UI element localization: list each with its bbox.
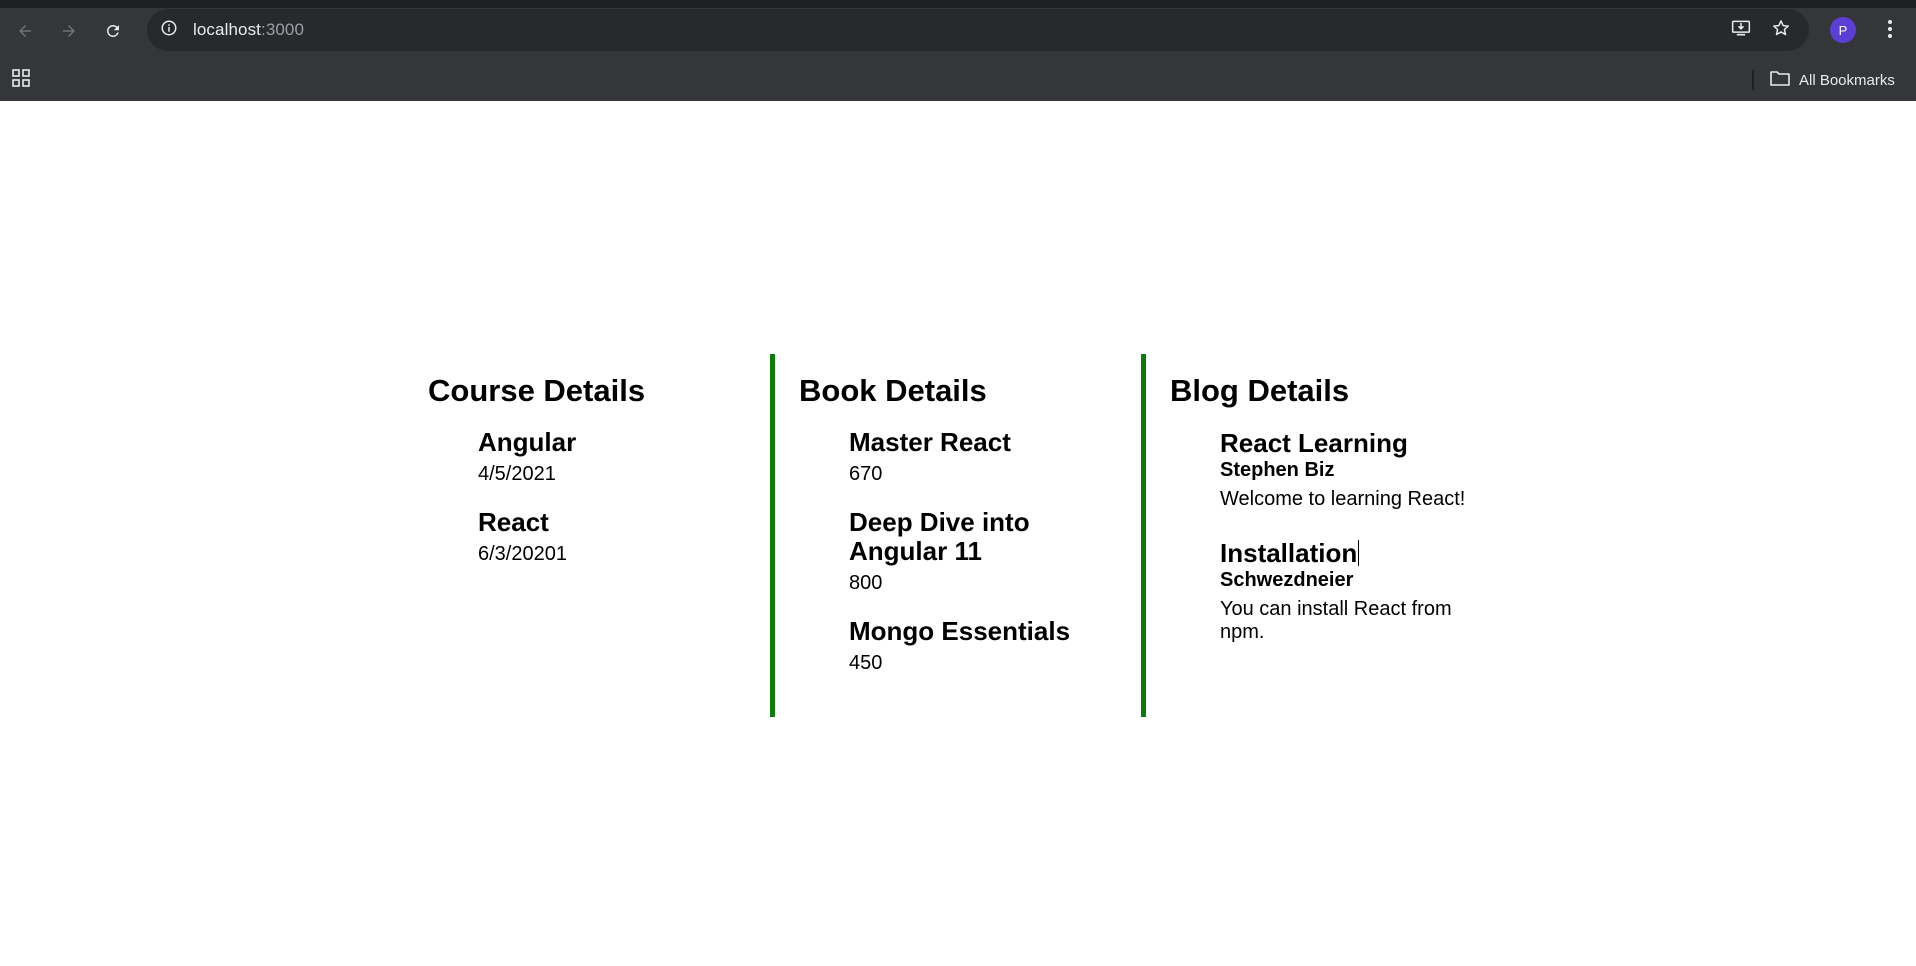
- book-value: 800: [849, 572, 883, 594]
- all-bookmarks-label: All Bookmarks: [1799, 71, 1895, 89]
- text-cursor: [1358, 540, 1360, 566]
- browser-menu-button[interactable]: [1874, 15, 1906, 47]
- blog-author: Schwezdneier: [1220, 569, 1354, 591]
- tab-strip: [0, 0, 1916, 8]
- course-details-section: Course Details Angular 4/5/2021 React 6/…: [428, 354, 768, 588]
- blog-title: Installation: [1220, 538, 1358, 568]
- book-list: Master React 670 Deep Dive into Angular …: [849, 428, 1142, 675]
- blog-title: React Learning: [1220, 428, 1408, 458]
- blog-author: Stephen Biz: [1220, 459, 1335, 481]
- reload-icon: [104, 22, 122, 40]
- book-name: Deep Dive into Angular 11: [849, 507, 1030, 566]
- blog-list: React Learning Stephen Biz Welcome to le…: [1220, 428, 1471, 644]
- blog-body: Welcome to learning React!: [1220, 488, 1466, 510]
- book-value: 670: [849, 463, 883, 485]
- kebab-menu-icon: [1887, 19, 1893, 44]
- install-app-icon: [1731, 18, 1751, 43]
- course-item: Angular 4/5/2021: [478, 428, 768, 486]
- install-app-button[interactable]: [1725, 14, 1757, 46]
- browser-toolbar: localhost:3000 P: [0, 8, 1916, 59]
- url-host: localhost: [193, 20, 261, 39]
- url-port: :3000: [261, 20, 305, 39]
- course-date: 6/3/20201: [478, 543, 567, 565]
- blog-item: React Learning Stephen Biz Welcome to le…: [1220, 428, 1471, 511]
- address-bar[interactable]: localhost:3000: [147, 9, 1809, 51]
- blog-details-section: Blog Details React Learning Stephen Biz …: [1141, 354, 1471, 717]
- apps-grid-icon: [12, 68, 30, 92]
- blog-body: You can install React from npm.: [1220, 598, 1452, 643]
- course-date: 4/5/2021: [478, 463, 556, 485]
- folder-icon: [1770, 70, 1790, 90]
- blog-item: Installation Schwezdneier You can instal…: [1220, 538, 1471, 644]
- bookmarks-separator: [1752, 70, 1754, 90]
- book-item: Mongo Essentials 450: [849, 617, 1142, 675]
- site-info-button[interactable]: [153, 14, 185, 46]
- book-item: Master React 670: [849, 428, 1142, 486]
- course-list: Angular 4/5/2021 React 6/3/20201: [478, 428, 768, 566]
- book-name: Mongo Essentials: [849, 616, 1071, 646]
- bookmarks-bar: All Bookmarks: [0, 59, 1916, 101]
- blog-details-heading: Blog Details: [1170, 373, 1350, 408]
- course-name: Angular: [478, 427, 577, 457]
- reload-button[interactable]: [97, 15, 129, 47]
- forward-arrow-icon: [60, 22, 78, 40]
- url-text[interactable]: localhost:3000: [193, 20, 304, 40]
- back-button[interactable]: [9, 15, 41, 47]
- apps-button[interactable]: [6, 65, 36, 95]
- star-icon: [1771, 18, 1791, 43]
- course-name: React: [478, 507, 549, 537]
- book-details-section: Book Details Master React 670 Deep Dive …: [770, 354, 1142, 717]
- all-bookmarks-button[interactable]: All Bookmarks: [1770, 66, 1895, 94]
- profile-avatar[interactable]: P: [1830, 17, 1856, 43]
- page-content: Course Details Angular 4/5/2021 React 6/…: [0, 101, 1916, 966]
- book-name: Master React: [849, 427, 1011, 457]
- blog-title-wrap: Installation: [1220, 538, 1471, 568]
- book-value: 450: [849, 652, 883, 674]
- book-item: Deep Dive into Angular 11 800: [849, 508, 1142, 595]
- bookmark-star-button[interactable]: [1765, 14, 1797, 46]
- info-icon: [160, 19, 178, 42]
- book-details-heading: Book Details: [799, 373, 987, 408]
- course-details-heading: Course Details: [428, 373, 646, 408]
- forward-button[interactable]: [53, 15, 85, 47]
- back-arrow-icon: [16, 22, 34, 40]
- course-item: React 6/3/20201: [478, 508, 768, 566]
